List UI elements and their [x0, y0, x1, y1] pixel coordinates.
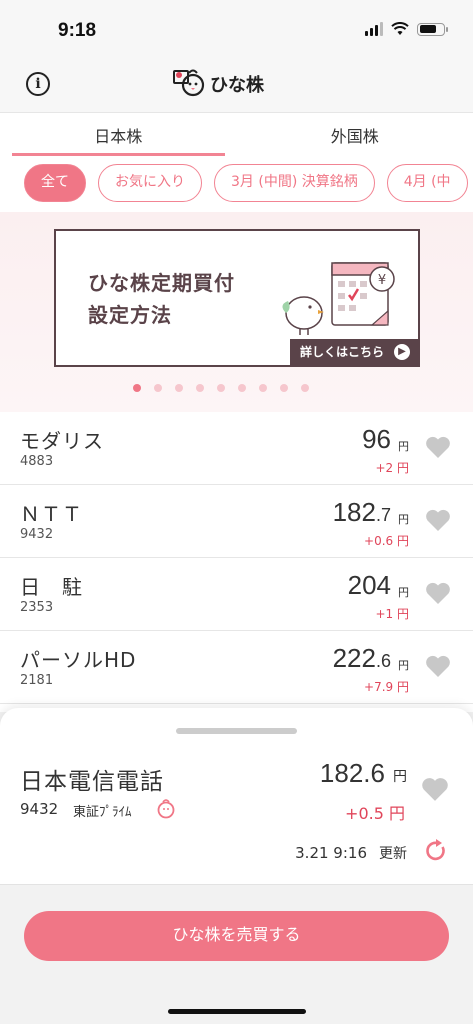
stock-row[interactable]: 日 駐 2353 204 円 +1 円: [0, 558, 473, 631]
banner-title: ひな株定期買付 設定方法: [88, 267, 235, 331]
stock-code: 4883: [20, 454, 54, 469]
banner-details-link[interactable]: 詳しくはこちら ▶: [290, 339, 418, 365]
favorite-heart-icon[interactable]: [421, 776, 449, 802]
refresh-icon[interactable]: [425, 838, 447, 862]
status-bar: 9:18: [0, 0, 473, 60]
info-button[interactable]: i: [26, 72, 50, 96]
trade-button[interactable]: ひな株を売買する: [24, 911, 449, 961]
yen-unit: 円: [398, 659, 409, 672]
carousel-dot[interactable]: [280, 384, 288, 392]
carousel-page-dots: [133, 384, 309, 392]
detail-stock-name: 日本電信電話: [20, 769, 164, 795]
stock-code: 2181: [20, 673, 54, 688]
banner-title-line2: 設定方法: [88, 303, 172, 327]
updated-label: 更新: [379, 846, 407, 862]
price-change: +1 円: [375, 607, 409, 621]
banner-link-label: 詳しくはこちら: [300, 345, 385, 359]
detail-price: 182.6: [319, 758, 385, 788]
carousel-dot[interactable]: [301, 384, 309, 392]
home-indicator[interactable]: [168, 1009, 306, 1014]
footer: ひな株を売買する: [0, 884, 473, 1024]
stock-row[interactable]: パーソルHD 2181 222.6 円 +7.9 円: [0, 631, 473, 704]
stock-price: 222.6: [332, 643, 391, 673]
filter-chips: 全て お気に入り 3月 (中間) 決算銘柄 4月 (中: [0, 156, 473, 212]
market-tabs: 日本株 外国株: [0, 112, 473, 156]
stock-name: 日 駐: [20, 575, 83, 599]
chick-icon: [157, 799, 175, 819]
favorite-heart-icon[interactable]: [425, 581, 451, 605]
wifi-icon: [391, 22, 409, 35]
price-change: +2 円: [375, 461, 409, 475]
stock-code: 2353: [20, 600, 54, 615]
cellular-signal-icon: [365, 22, 383, 36]
yen-unit: 円: [398, 440, 409, 453]
filter-chip-all[interactable]: 全て: [24, 164, 86, 202]
carousel-dot[interactable]: [154, 384, 162, 392]
hina-logo-icon: [173, 69, 205, 97]
yen-unit: 円: [398, 513, 409, 526]
stock-price: 182.7: [332, 497, 391, 527]
sheet-grabber[interactable]: [176, 728, 297, 734]
detail-price-change: +0.5 円: [345, 804, 405, 823]
chevron-right-icon: ▶: [394, 344, 410, 360]
banner-title-line1: ひな株定期買付: [88, 271, 235, 295]
stock-price: 204: [347, 570, 391, 600]
calendar-bird-illustration: ¥: [282, 262, 395, 335]
price-change: +7.9 円: [364, 680, 409, 694]
banner-carousel: ひな株定期買付 設定方法 ¥ 詳しくはこちら ▶: [0, 212, 473, 412]
yen-unit: 円: [398, 586, 409, 599]
carousel-dot[interactable]: [133, 384, 141, 392]
app-logo: ひな株: [172, 68, 264, 100]
stock-row[interactable]: モダリス 4883 96 円 +2 円: [0, 412, 473, 485]
detail-market: 東証ﾌﾟﾗｲﾑ: [73, 805, 132, 820]
filter-chip-march-earnings[interactable]: 3月 (中間) 決算銘柄: [214, 164, 375, 202]
battery-icon: [417, 22, 448, 36]
status-time: 9:18: [58, 20, 97, 41]
detail-yen-unit: 円: [393, 769, 407, 785]
favorite-heart-icon[interactable]: [425, 435, 451, 459]
stock-price: 96: [362, 424, 391, 454]
price-change: +0.6 円: [364, 534, 409, 548]
carousel-dot[interactable]: [238, 384, 246, 392]
stock-list: モダリス 4883 96 円 +2 円 ＮＴＴ 9432 182.7 円 +0.…: [0, 412, 473, 712]
filter-chip-favorites[interactable]: お気に入り: [98, 164, 202, 202]
carousel-dot[interactable]: [196, 384, 204, 392]
stock-code: 9432: [20, 527, 54, 542]
filter-chip-april-earnings[interactable]: 4月 (中: [386, 164, 468, 202]
stock-name: パーソルHD: [20, 648, 137, 672]
promo-banner[interactable]: ひな株定期買付 設定方法 ¥ 詳しくはこちら ▶: [54, 229, 420, 367]
stock-row[interactable]: ＮＴＴ 9432 182.7 円 +0.6 円: [0, 485, 473, 558]
status-icons: [365, 22, 448, 36]
stock-detail-sheet: 日本電信電話 9432 東証ﾌﾟﾗｲﾑ 182.6 円 +0.5 円 3.21 …: [0, 708, 473, 884]
carousel-dot[interactable]: [175, 384, 183, 392]
tab-foreign-stocks[interactable]: 外国株: [237, 113, 473, 156]
updated-time: 3.21 9:16: [295, 844, 367, 862]
yen-symbol: ¥: [378, 273, 386, 288]
stock-name: モダリス: [20, 429, 104, 453]
tab-japan-stocks[interactable]: 日本株: [0, 113, 237, 156]
carousel-dot[interactable]: [259, 384, 267, 392]
detail-stock-code: 9432: [20, 800, 59, 818]
stock-name: ＮＴＴ: [20, 502, 83, 526]
last-updated: 3.21 9:16 更新: [295, 843, 407, 863]
favorite-heart-icon[interactable]: [425, 508, 451, 532]
app-header: i ひな株: [0, 60, 473, 112]
favorite-heart-icon[interactable]: [425, 654, 451, 678]
carousel-dot[interactable]: [217, 384, 225, 392]
app-title: ひな株: [210, 75, 264, 96]
